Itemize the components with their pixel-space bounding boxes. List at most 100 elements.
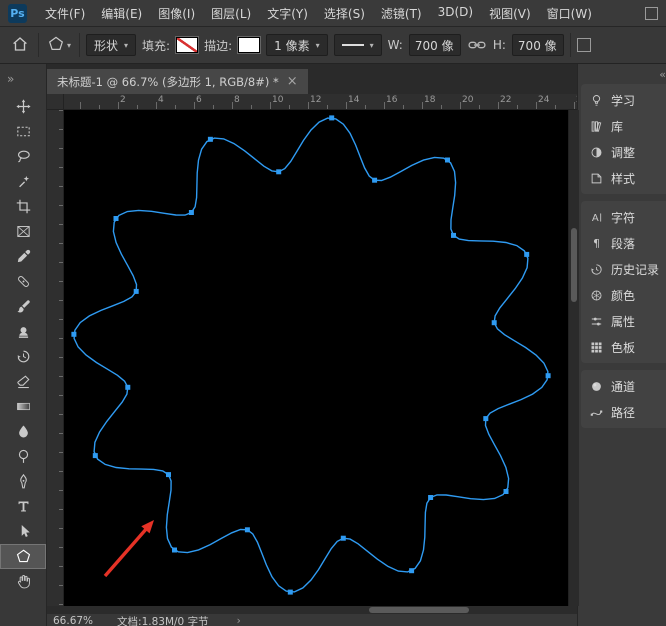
menu-item-2[interactable]: 编辑(E) bbox=[93, 5, 150, 22]
clone-stamp-tool-button[interactable] bbox=[0, 319, 46, 344]
rectangular-marquee-tool-button[interactable] bbox=[0, 119, 46, 144]
anchor-point[interactable] bbox=[114, 216, 119, 221]
panel-button-adjustments[interactable]: 调整 bbox=[581, 139, 666, 165]
ruler-corner[interactable] bbox=[47, 94, 64, 110]
panel-dock-header: « bbox=[581, 64, 666, 84]
brush-tool-button[interactable] bbox=[0, 294, 46, 319]
panel-button-color[interactable]: 颜色 bbox=[581, 282, 666, 308]
anchor-point[interactable] bbox=[93, 453, 98, 458]
learn-icon bbox=[589, 93, 604, 108]
tool-mode-select[interactable]: 形状 ▾ bbox=[86, 34, 136, 56]
fill-swatch[interactable] bbox=[176, 37, 198, 53]
canvas-viewport[interactable] bbox=[64, 110, 568, 606]
history-brush-tool-button[interactable] bbox=[0, 344, 46, 369]
anchor-point[interactable] bbox=[372, 178, 377, 183]
menu-item-3[interactable]: 图像(I) bbox=[150, 5, 203, 22]
frame-tool-button[interactable] bbox=[0, 219, 46, 244]
menu-item-7[interactable]: 滤镜(T) bbox=[373, 5, 430, 22]
panel-button-styles[interactable]: 样式 bbox=[581, 165, 666, 191]
anchor-point[interactable] bbox=[189, 210, 194, 215]
anchor-point[interactable] bbox=[445, 158, 450, 163]
panel-button-channels[interactable]: 通道 bbox=[581, 373, 666, 399]
healing-brush-tool-button[interactable] bbox=[0, 269, 46, 294]
panel-button-libraries[interactable]: 库 bbox=[581, 113, 666, 139]
menu-item-10[interactable]: 窗口(W) bbox=[539, 5, 600, 22]
home-button[interactable] bbox=[8, 33, 32, 57]
document-tab[interactable]: 未标题-1 @ 66.7% (多边形 1, RGB/8#) * × bbox=[47, 69, 308, 94]
anchor-point[interactable] bbox=[504, 489, 509, 494]
type-tool-button[interactable] bbox=[0, 494, 46, 519]
tool-preset-picker[interactable]: ▾ bbox=[45, 33, 73, 58]
anchor-point[interactable] bbox=[288, 590, 293, 595]
path-options-icon[interactable] bbox=[577, 38, 591, 52]
stroke-width-select[interactable]: 1 像素 ▾ bbox=[266, 34, 327, 56]
vertical-scrollbar-thumb[interactable] bbox=[571, 228, 577, 302]
dodge-tool-button[interactable] bbox=[0, 444, 46, 469]
vertical-ruler[interactable] bbox=[47, 110, 64, 606]
polygon-shape-path[interactable] bbox=[74, 118, 548, 592]
status-chevron-icon[interactable]: › bbox=[237, 615, 241, 626]
canvas[interactable] bbox=[64, 110, 568, 606]
panel-button-history[interactable]: 历史记录 bbox=[581, 256, 666, 282]
menu-item-6[interactable]: 选择(S) bbox=[316, 5, 373, 22]
width-input[interactable]: 700 像 bbox=[409, 34, 461, 56]
crop-tool-button[interactable] bbox=[0, 194, 46, 219]
anchor-point[interactable] bbox=[492, 320, 497, 325]
eyedropper-tool-button[interactable] bbox=[0, 244, 46, 269]
zoom-level-field[interactable]: 66.67% bbox=[53, 615, 93, 626]
horizontal-ruler[interactable]: 2468101214161820222426 bbox=[64, 94, 577, 110]
anchor-point[interactable] bbox=[483, 416, 488, 421]
stroke-type-select[interactable]: ▾ bbox=[334, 34, 382, 56]
eraser-icon bbox=[15, 373, 32, 390]
horizontal-scrollbar[interactable] bbox=[47, 606, 577, 614]
panel-button-learn[interactable]: 学习 bbox=[581, 87, 666, 113]
anchor-point[interactable] bbox=[172, 548, 177, 553]
anchor-point[interactable] bbox=[451, 233, 456, 238]
menu-item-8[interactable]: 3D(D) bbox=[430, 5, 481, 22]
anchor-point[interactable] bbox=[166, 472, 171, 477]
polygon-shape-tool-button[interactable] bbox=[0, 544, 46, 569]
height-input[interactable]: 700 像 bbox=[512, 34, 564, 56]
collapse-panels-icon[interactable]: « bbox=[659, 68, 666, 81]
anchor-point[interactable] bbox=[409, 568, 414, 573]
move-tool-button[interactable] bbox=[0, 94, 46, 119]
vertical-scrollbar[interactable] bbox=[568, 110, 579, 606]
menu-item-5[interactable]: 文字(Y) bbox=[259, 5, 316, 22]
photoshop-logo[interactable]: Ps bbox=[8, 4, 27, 23]
document-info[interactable]: 文档:1.83M/0 字节 bbox=[117, 614, 209, 626]
anchor-point[interactable] bbox=[208, 137, 213, 142]
path-selection-tool-button[interactable] bbox=[0, 519, 46, 544]
horizontal-scrollbar-thumb[interactable] bbox=[369, 607, 469, 613]
close-tab-icon[interactable]: × bbox=[287, 74, 298, 89]
gradient-tool-button[interactable] bbox=[0, 394, 46, 419]
anchor-point[interactable] bbox=[329, 115, 334, 120]
eraser-tool-button[interactable] bbox=[0, 369, 46, 394]
anchor-point[interactable] bbox=[428, 495, 433, 500]
panel-button-paths[interactable]: 路径 bbox=[581, 399, 666, 425]
anchor-point[interactable] bbox=[341, 536, 346, 541]
window-control-icon[interactable] bbox=[645, 7, 658, 20]
panel-button-swatches[interactable]: 色板 bbox=[581, 334, 666, 360]
anchor-point[interactable] bbox=[245, 527, 250, 532]
lasso-tool-button[interactable] bbox=[0, 144, 46, 169]
menu-item-1[interactable]: 文件(F) bbox=[37, 5, 93, 22]
anchor-points[interactable] bbox=[71, 115, 550, 594]
anchor-point[interactable] bbox=[71, 332, 76, 337]
anchor-point[interactable] bbox=[524, 252, 529, 257]
menu-item-9[interactable]: 视图(V) bbox=[481, 5, 539, 22]
hand-tool-button[interactable] bbox=[0, 569, 46, 594]
stroke-swatch[interactable] bbox=[238, 37, 260, 53]
anchor-point[interactable] bbox=[134, 289, 139, 294]
panel-button-properties[interactable]: 属性 bbox=[581, 308, 666, 334]
quick-selection-tool-button[interactable] bbox=[0, 169, 46, 194]
panel-button-paragraph[interactable]: ¶段落 bbox=[581, 230, 666, 256]
anchor-point[interactable] bbox=[125, 385, 130, 390]
anchor-point[interactable] bbox=[276, 169, 281, 174]
anchor-point[interactable] bbox=[546, 373, 551, 378]
panel-button-character[interactable]: A字符 bbox=[581, 204, 666, 230]
toolbar-expander[interactable]: » bbox=[0, 64, 46, 94]
link-dimensions-icon[interactable] bbox=[467, 35, 487, 55]
blur-tool-button[interactable] bbox=[0, 419, 46, 444]
menu-item-4[interactable]: 图层(L) bbox=[203, 5, 259, 22]
pen-tool-button[interactable] bbox=[0, 469, 46, 494]
